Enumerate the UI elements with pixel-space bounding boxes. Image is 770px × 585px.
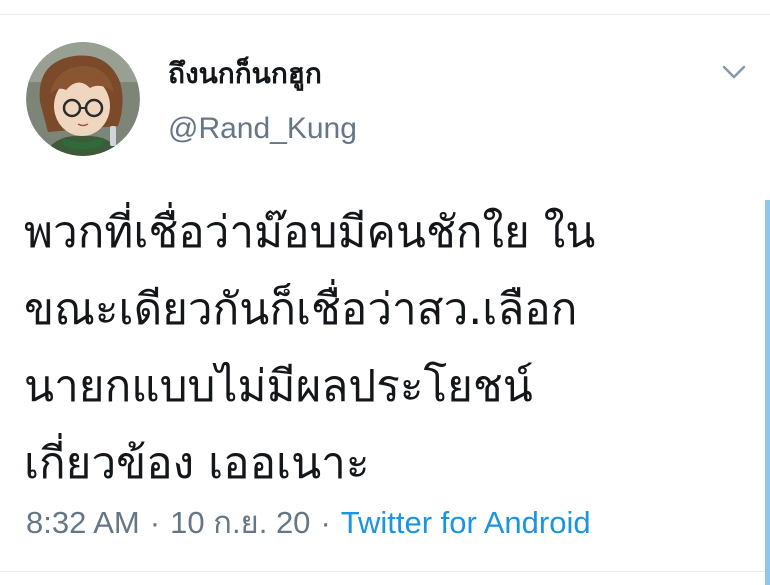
top-divider: [0, 14, 770, 15]
tweet-metadata: 8:32 AM · 10 ก.ย. 20 · Twitter for Android: [26, 503, 591, 543]
tweet-text-line: นายกแบบไม่มีผลประโยชน์: [24, 361, 533, 412]
avatar-image: [26, 42, 140, 156]
bottom-divider: [0, 571, 770, 572]
author-display-name[interactable]: ถึงนกก็นกฮูก: [168, 56, 322, 92]
scrollbar[interactable]: [765, 200, 770, 585]
tweet-text: พวกที่เชื่อว่าม๊อบมีคนชักใย ใน ขณะเดียวก…: [24, 194, 744, 502]
tweet-source-link[interactable]: Twitter for Android: [341, 505, 591, 540]
tweet-menu-button[interactable]: [718, 58, 750, 86]
tweet-time[interactable]: 8:32 AM: [26, 505, 140, 540]
tweet-text-line: พวกที่เชื่อว่าม๊อบมีคนชักใย ใน: [24, 207, 596, 258]
tweet-text-line: เกี่ยวข้อง เออเนาะ: [24, 438, 370, 489]
tweet-date[interactable]: 10 ก.ย. 20: [170, 505, 310, 540]
chevron-down-icon: [722, 65, 746, 79]
separator: ·: [149, 505, 161, 540]
tweet-text-line: ขณะเดียวกันก็เชื่อว่าสว.เลือก: [24, 284, 578, 335]
author-handle[interactable]: @Rand_Kung: [168, 110, 357, 148]
avatar[interactable]: [26, 42, 140, 156]
separator: ·: [320, 505, 331, 540]
